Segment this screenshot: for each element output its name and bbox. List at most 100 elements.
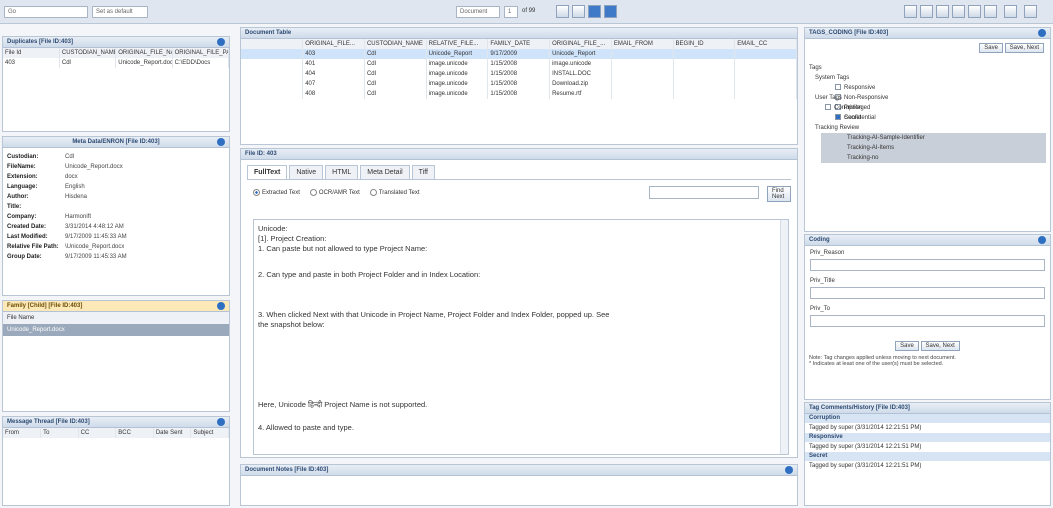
meta-field-label: Language:: [7, 184, 38, 190]
grid-column-header[interactable]: CUSTODIAN_NAME: [364, 39, 427, 49]
tab-tiff[interactable]: Tiff: [411, 165, 435, 179]
viewer-tabs: FullText Native HTML Meta Detail Tiff: [241, 160, 797, 179]
toolbar-icon-5[interactable]: [968, 5, 981, 18]
table-row[interactable]: 403 Cdl Unicode_Report.docx C:\EDD\Docs: [3, 58, 229, 68]
grid-cell: Cdl: [364, 69, 427, 79]
tracking-node[interactable]: Tracking Review: [809, 123, 1046, 133]
meta-data-header: Meta Data/ENRON [File ID:403]: [3, 137, 229, 148]
find-next-button[interactable]: Find Next: [767, 186, 791, 202]
table-row[interactable]: 404 Cdl image.unicode 1/15/2008 INSTALL.DOC: [241, 69, 797, 79]
page-number-input[interactable]: 1: [504, 6, 518, 18]
table-row[interactable]: 403 Cdl Unicode_Report 9/17/2009 Unicode_Rep…: [241, 49, 797, 59]
toolbar-icon-8[interactable]: [1024, 5, 1037, 18]
grid-column-header[interactable]: EMAIL_FROM: [611, 39, 674, 49]
tracking-tag-item[interactable]: Tracking-no: [821, 153, 1046, 163]
history-tag[interactable]: Responsive: [805, 433, 1050, 442]
grid-cell: [734, 59, 797, 69]
coding-field-input[interactable]: [810, 259, 1045, 271]
duplicates-table: File IdCUSTODIAN_NAMEORIGINAL_FILE_NAMEO…: [3, 48, 229, 68]
toolbar-icon-7[interactable]: [1004, 5, 1017, 18]
meta-field-label: Created Date:: [7, 224, 47, 230]
grid-column-header[interactable]: EMAIL_CC: [734, 39, 797, 49]
meta-field: Extension: docx: [3, 172, 229, 182]
meta-field-label: Custodian:: [7, 154, 39, 160]
filter-input[interactable]: Go: [4, 6, 88, 18]
tab-html[interactable]: HTML: [325, 165, 359, 179]
refresh-icon[interactable]: [785, 466, 793, 474]
tracking-tag-item[interactable]: Tracking-AI-Items: [821, 143, 1046, 153]
grid-column-header[interactable]: [241, 39, 304, 49]
grid-cell: [673, 49, 736, 59]
tab-meta-detail[interactable]: Meta Detail: [360, 165, 410, 179]
top-toolbar: Go Set as default Document 1 of 99: [0, 0, 1053, 24]
coding-field-input[interactable]: [810, 315, 1045, 327]
save-next-button[interactable]: Save, Next: [1004, 43, 1044, 53]
grid-cell: 404: [302, 69, 365, 79]
doc-scrollbar[interactable]: [780, 220, 788, 454]
table-row[interactable]: 408 Cdl image.unicode 1/15/2008 Resume.rtf: [241, 89, 797, 99]
default-input[interactable]: Set as default: [92, 6, 148, 18]
family-header: Family [Child] [File ID:403]: [3, 301, 229, 312]
save-button[interactable]: Save: [979, 43, 1003, 53]
grid-cell: [734, 69, 797, 79]
toolbar-icon-3[interactable]: [936, 5, 949, 18]
family-selected-row[interactable]: Unicode_Report.docx: [3, 324, 229, 336]
grid-column-header[interactable]: RELATIVE_FILE...: [426, 39, 489, 49]
coding-note: Note: Tag changes applied unless moving …: [809, 355, 956, 361]
toolbar-icon-2[interactable]: [920, 5, 933, 18]
document-table-header: Document Table: [241, 28, 797, 39]
grid-cell: [241, 49, 304, 59]
grid-cell: 401: [302, 59, 365, 69]
history-tag[interactable]: Corruption: [805, 414, 1050, 423]
tags-root[interactable]: Tags: [809, 63, 1046, 73]
tab-fulltext[interactable]: FullText: [247, 165, 288, 179]
grid-column-header[interactable]: ORIGINAL_FILE_...: [549, 39, 612, 49]
page-type-select[interactable]: Document: [456, 6, 500, 18]
refresh-icon[interactable]: [1038, 29, 1046, 37]
table-row[interactable]: 407 Cdl image.unicode 1/15/2008 Download.zip: [241, 79, 797, 89]
tags-header: TAGS_CODING [File ID:403]: [805, 28, 1050, 39]
first-page-button[interactable]: [556, 5, 569, 18]
coding-save-button[interactable]: Save: [895, 341, 919, 351]
document-text-area[interactable]: Unicode: [1]. Project Creation: 1. Can p…: [253, 219, 789, 455]
grid-cell: image.unicode: [426, 69, 489, 79]
grid-cell: [673, 69, 736, 79]
refresh-icon[interactable]: [1038, 236, 1046, 244]
grid-cell: [673, 89, 736, 99]
text-type-radio[interactable]: OCR/AMR Text: [309, 189, 360, 196]
system-tag-item[interactable]: Responsive: [809, 83, 1046, 93]
table-row[interactable]: 401 Cdl image.unicode 1/15/2008 image.unicod…: [241, 59, 797, 69]
refresh-icon[interactable]: [217, 302, 225, 310]
toolbar-icon-4[interactable]: [952, 5, 965, 18]
refresh-icon[interactable]: [217, 38, 225, 46]
history-entry: Tagged by super (3/31/2014 12:21:51 PM): [809, 444, 922, 450]
toolbar-icon-1[interactable]: [904, 5, 917, 18]
coding-panel: Coding Priv_Reason Priv_Title Priv_To Save…: [804, 234, 1051, 400]
refresh-icon[interactable]: [217, 138, 225, 146]
grid-column-header[interactable]: BEGIN_ID: [673, 39, 736, 49]
text-type-radio[interactable]: Translated Text: [369, 189, 420, 196]
system-tags-node[interactable]: System Tags: [809, 73, 1046, 83]
grid-column-header[interactable]: FAMILY_DATE: [487, 39, 551, 49]
tab-native[interactable]: Native: [289, 165, 324, 179]
toolbar-icon-6[interactable]: [984, 5, 997, 18]
history-tag[interactable]: Secret: [805, 452, 1050, 461]
meta-field: Last Modified: 9/17/2009 11:45:33 AM: [3, 232, 229, 242]
radio-icon: [253, 189, 260, 196]
duplicates-header: Duplicates [File ID:403]: [3, 37, 229, 48]
coding-field-input[interactable]: [810, 287, 1045, 299]
grid-cell: Cdl: [364, 59, 427, 69]
meta-field-value: Hisdena: [65, 194, 88, 200]
last-page-button[interactable]: [604, 5, 617, 18]
next-page-button[interactable]: [588, 5, 601, 18]
tracking-tag-item[interactable]: Tracking-AI-Sample-Identifier: [821, 133, 1046, 143]
text-type-radio[interactable]: Extracted Text: [253, 189, 300, 196]
coding-save-next-button[interactable]: Save, Next: [920, 341, 960, 351]
prev-page-button[interactable]: [572, 5, 585, 18]
grid-column-header[interactable]: ORIGINAL_FILE...: [302, 39, 365, 49]
find-input[interactable]: [649, 186, 759, 199]
user-group-node[interactable]: Corruption: [809, 103, 1046, 113]
user-tag-item[interactable]: Secret: [809, 113, 1046, 123]
refresh-icon[interactable]: [217, 418, 225, 426]
meta-field: FileName: Unicode_Report.docx: [3, 162, 229, 172]
